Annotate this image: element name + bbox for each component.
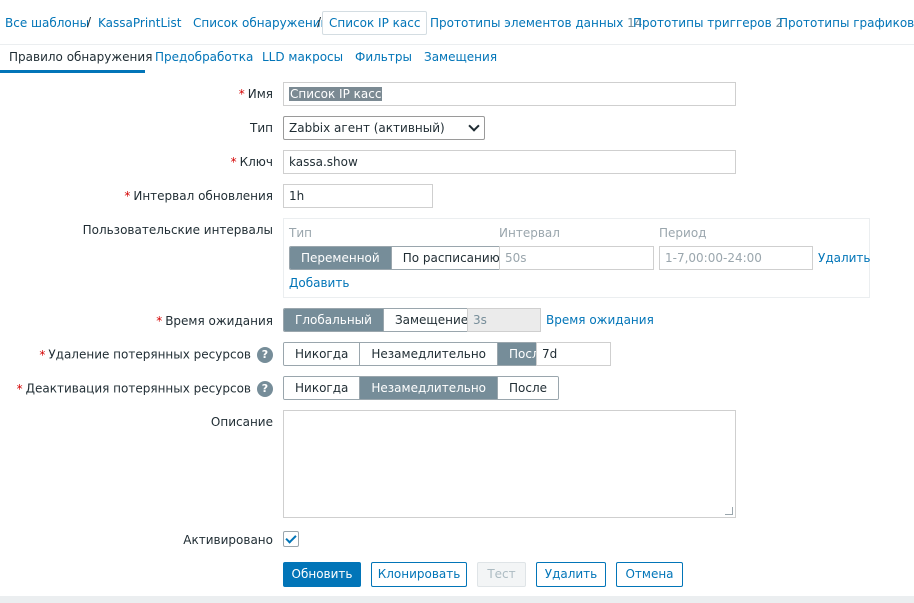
interval-type-scheduling[interactable]: По расписанию xyxy=(390,247,511,269)
add-interval-link[interactable]: Добавить xyxy=(289,276,349,290)
breadcrumb-graph-prototypes[interactable]: Прототипы графиков xyxy=(779,16,914,30)
page-footer-bar xyxy=(0,596,914,603)
interval-type-toggle: Переменной По расписанию xyxy=(289,246,512,270)
timeout-mode-toggle: Глобальный Замещение xyxy=(283,308,481,332)
key-field[interactable]: kassa.show xyxy=(283,150,736,174)
tab-preprocessing[interactable]: Предобработка xyxy=(155,50,253,64)
disable-lost-never[interactable]: Никогда xyxy=(284,377,360,399)
checkmark-icon xyxy=(285,532,297,544)
chevron-down-icon xyxy=(468,120,480,132)
enabled-checkbox[interactable] xyxy=(283,531,299,547)
breadcrumb-trigger-prototypes[interactable]: Прототипы триггеров 2 xyxy=(633,16,783,30)
disable-lost-label-text: Деактивация потерянных ресурсов xyxy=(25,381,251,396)
delete-lost-after-field[interactable]: 7d xyxy=(536,342,611,366)
timeout-label-text: Время ожидания xyxy=(165,314,273,328)
enabled-label: Активировано xyxy=(183,533,273,547)
test-button[interactable]: Тест xyxy=(477,562,526,587)
disable-lost-toggle: Никогда Незамедлительно После xyxy=(283,376,560,400)
delete-button[interactable]: Удалить xyxy=(536,562,606,587)
timeout-settings-link[interactable]: Время ожидания xyxy=(546,313,654,327)
update-interval-field[interactable]: 1h xyxy=(283,184,433,208)
tab-bar: Правило обнаружения Предобработка LLD ма… xyxy=(0,44,914,73)
help-icon[interactable]: ? xyxy=(257,347,273,363)
delete-lost-toggle: Никогда Незамедлительно После xyxy=(283,342,560,366)
timeout-field[interactable]: 3s xyxy=(467,308,541,332)
key-label-text: Ключ xyxy=(239,155,273,169)
breadcrumb-separator: / xyxy=(317,15,322,29)
custom-intervals-label: Пользовательские интервалы xyxy=(82,223,273,237)
interval-type-flexible[interactable]: Переменной xyxy=(290,247,391,269)
breadcrumb-item-prototypes-label: Прототипы элементов данных xyxy=(430,16,624,30)
delete-lost-label: * Удаление потерянных ресурсов? xyxy=(39,347,273,363)
breadcrumb-current[interactable]: Список IP касс xyxy=(322,11,428,35)
name-label-text: Имя xyxy=(247,87,273,101)
resize-handle-icon[interactable] xyxy=(725,507,733,515)
timeout-global-option[interactable]: Глобальный xyxy=(284,309,383,331)
required-marker: * xyxy=(156,314,163,328)
required-marker: * xyxy=(16,381,23,396)
tab-filters[interactable]: Фильтры xyxy=(355,50,412,64)
disable-lost-immediately[interactable]: Незамедлительно xyxy=(359,377,498,399)
delete-lost-never[interactable]: Никогда xyxy=(284,343,360,365)
remove-interval-link[interactable]: Удалить xyxy=(818,251,871,265)
timeout-label: * Время ожидания xyxy=(156,314,273,328)
update-interval-label-text: Интервал обновления xyxy=(133,189,273,203)
clone-button[interactable]: Клонировать xyxy=(371,562,467,587)
update-button[interactable]: Обновить xyxy=(283,562,361,587)
breadcrumb-discovery-list[interactable]: Список обнаружений xyxy=(193,16,328,30)
tab-overrides[interactable]: Замещения xyxy=(424,50,497,64)
required-marker: * xyxy=(230,155,237,169)
type-label: Тип xyxy=(250,121,273,135)
required-marker: * xyxy=(238,87,245,101)
update-interval-label: * Интервал обновления xyxy=(124,189,273,203)
breadcrumb-template[interactable]: KassaPrintList xyxy=(98,16,181,30)
custom-intervals-col-type: Тип xyxy=(289,226,312,240)
breadcrumb-item-prototypes[interactable]: Прототипы элементов данных 14 xyxy=(430,16,642,30)
key-label: * Ключ xyxy=(231,155,273,169)
description-textarea[interactable] xyxy=(283,410,736,518)
active-tab-indicator xyxy=(0,70,145,73)
timeout-override-option[interactable]: Замещение xyxy=(382,309,480,331)
delete-lost-label-text: Удаление потерянных ресурсов xyxy=(48,347,251,362)
description-label: Описание xyxy=(210,415,273,429)
required-marker: * xyxy=(39,347,46,362)
name-label: * Имя xyxy=(239,87,273,101)
disable-lost-label: * Деактивация потерянных ресурсов? xyxy=(17,381,273,397)
name-field-value: Список IP касс xyxy=(289,87,383,101)
delete-lost-immediately[interactable]: Незамедлительно xyxy=(359,343,498,365)
breadcrumb-all-templates[interactable]: Все шаблоны xyxy=(5,16,89,30)
breadcrumb: Все шаблоны / KassaPrintList Список обна… xyxy=(0,0,914,44)
required-marker: * xyxy=(124,189,131,203)
name-field[interactable]: Список IP касс xyxy=(283,82,736,106)
tab-lld-macros[interactable]: LLD макросы xyxy=(262,50,343,64)
custom-intervals-col-interval: Интервал xyxy=(499,226,560,240)
breadcrumb-trigger-prototypes-label: Прототипы триггеров xyxy=(633,16,772,30)
custom-period-field[interactable]: 1-7,00:00-24:00 xyxy=(659,246,813,270)
type-select-value: Zabbix агент (активный) xyxy=(289,121,445,135)
help-icon[interactable]: ? xyxy=(257,381,273,397)
cancel-button[interactable]: Отмена xyxy=(616,562,683,587)
custom-intervals-col-period: Период xyxy=(659,226,707,240)
tab-discovery-rule[interactable]: Правило обнаружения xyxy=(9,50,152,64)
custom-interval-field[interactable]: 50s xyxy=(499,246,654,270)
disable-lost-after[interactable]: После xyxy=(497,377,559,399)
breadcrumb-separator: / xyxy=(87,15,92,29)
type-select[interactable]: Zabbix агент (активный) xyxy=(283,116,485,140)
